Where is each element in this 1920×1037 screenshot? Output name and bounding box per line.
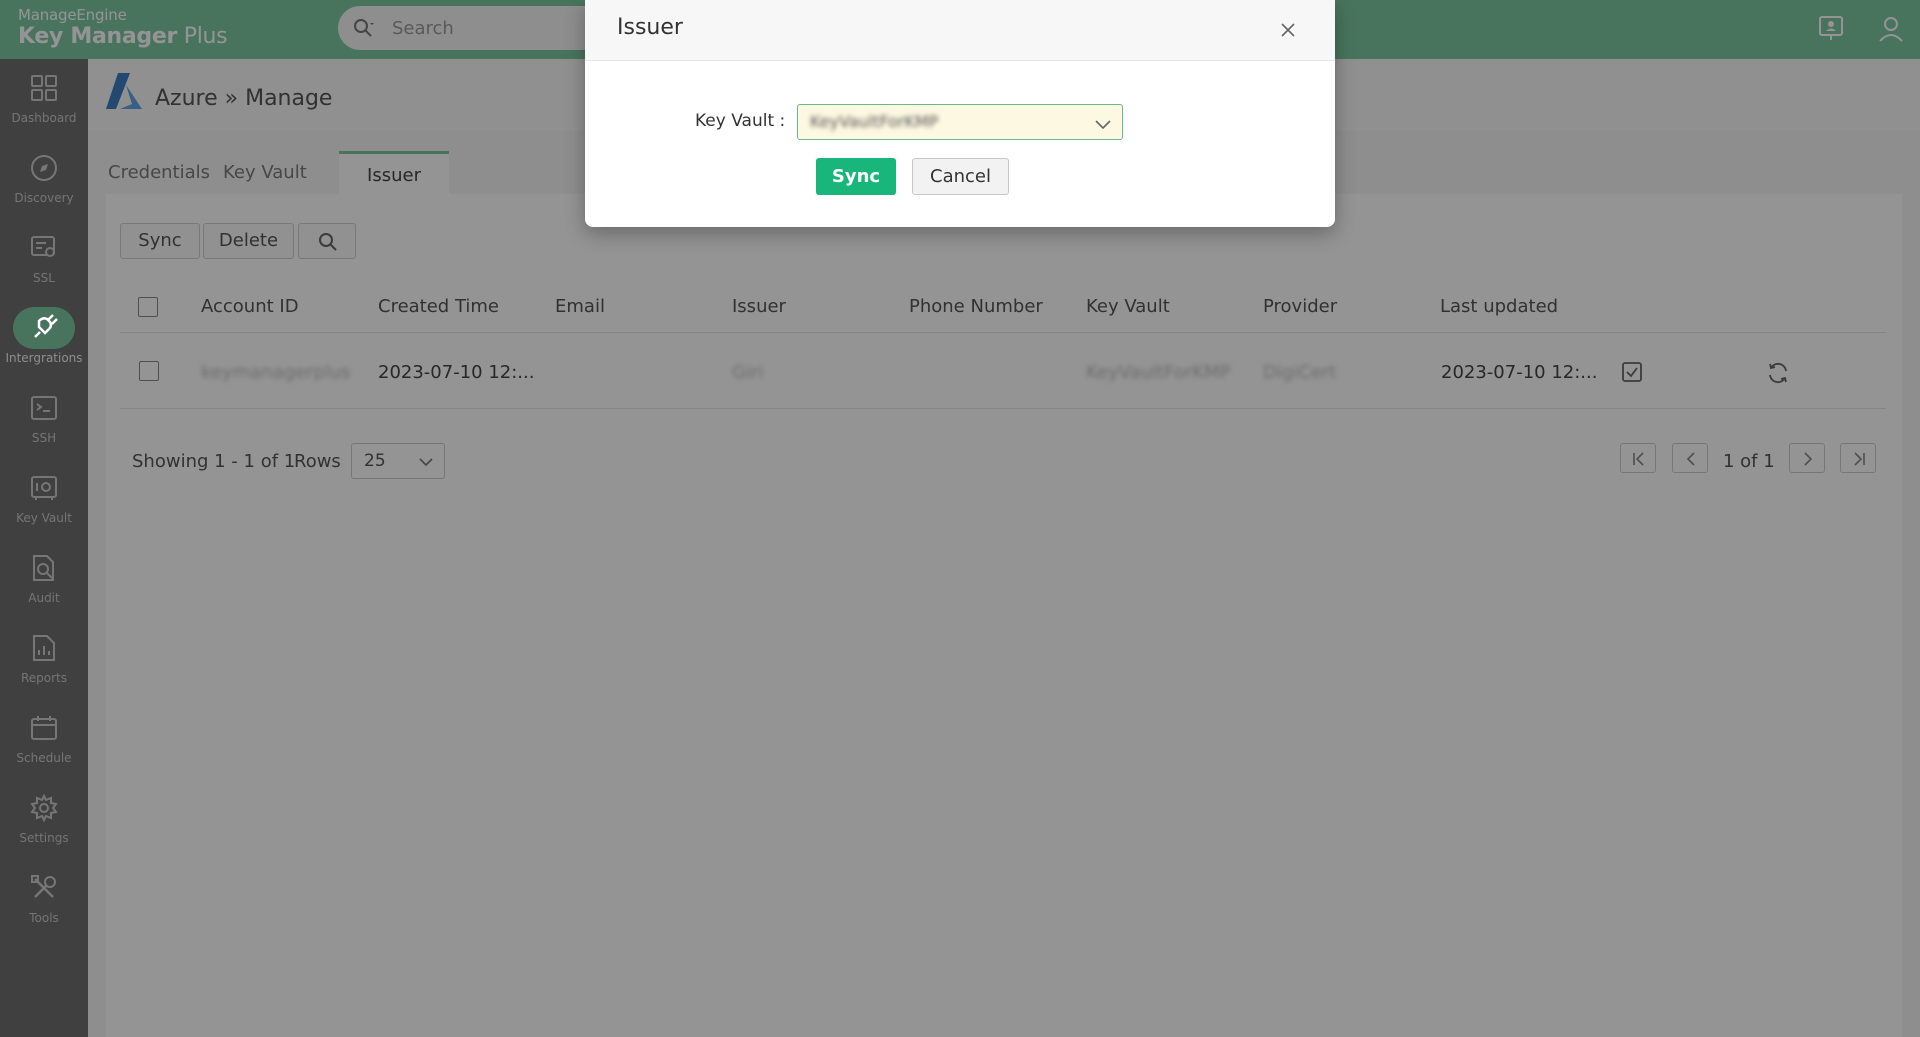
dialog-header: Issuer	[585, 0, 1335, 61]
dialog-title: Issuer	[617, 15, 683, 40]
chevron-down-icon	[1095, 120, 1111, 130]
plug-icon	[34, 314, 58, 338]
dialog-cancel-button[interactable]: Cancel	[912, 158, 1009, 195]
dialog-sync-button[interactable]: Sync	[816, 158, 896, 195]
close-icon[interactable]	[1277, 19, 1299, 41]
issuer-dialog: Issuer Key Vault : KeyVaultForKMP Sync C…	[585, 0, 1335, 227]
key-vault-select[interactable]: KeyVaultForKMP	[797, 104, 1123, 140]
key-vault-label: Key Vault :	[695, 111, 786, 131]
